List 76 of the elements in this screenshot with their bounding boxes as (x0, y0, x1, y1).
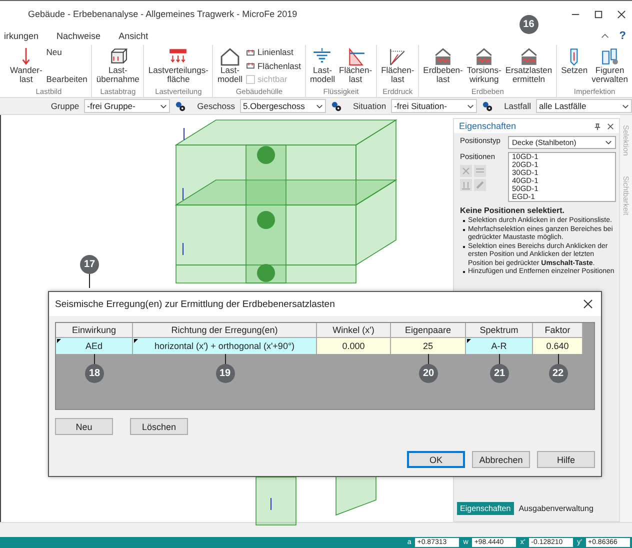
ribbon-button[interactable]: Setzen (561, 45, 588, 87)
ribbon-button[interactable]: Last- modell (310, 45, 335, 87)
ribbon-button[interactable]: Flächen- last (381, 45, 414, 87)
ribbon-button[interactable]: Linienlast (246, 47, 301, 57)
callout-badge: 19 (216, 364, 234, 383)
dialog-title: Seismische Erregung(en) zur Ermittlung der Erdbebenersatzlasten (55, 298, 335, 310)
field-label: Gruppe (50, 101, 80, 111)
dialog-button[interactable]: Abbrechen (472, 451, 530, 468)
caret-icon (160, 104, 168, 108)
ribbon-button[interactable]: Neu (46, 47, 88, 57)
callout-badge: 22 (548, 364, 568, 383)
ribbon-button[interactable]: Bearbeiten (46, 74, 88, 84)
corner-mark-icon (134, 339, 138, 343)
callout-badge: 20 (419, 364, 438, 383)
dropdown-cell[interactable]: A-R (466, 338, 533, 354)
wall-panel-drawing (256, 476, 296, 526)
field-label: Situation (352, 101, 386, 111)
column-header: Faktor (533, 323, 583, 338)
chevron-up-icon[interactable] (601, 33, 610, 39)
caret-icon (622, 104, 629, 108)
column-header: Richtung der Erregung(en) (133, 323, 317, 338)
callout-badge: 18 (85, 364, 104, 383)
column-header: Winkel (x') (317, 323, 391, 338)
input-cell[interactable]: 0.000 (317, 338, 391, 354)
corner-mark-icon (57, 339, 61, 343)
settings-icon[interactable] (330, 100, 342, 112)
corner-mark-icon (467, 339, 471, 343)
ribbon-button[interactable]: Figuren verwalten (592, 45, 628, 87)
panel-tab[interactable]: Eigenschaften (457, 502, 514, 515)
column-header: Eigenpaare (391, 323, 466, 338)
input-cell[interactable]: 25 (391, 338, 466, 354)
input-cell[interactable]: 0.640 (533, 338, 583, 354)
dropdown-cell[interactable]: AEd (56, 338, 133, 354)
ribbon-button[interactable]: Flächen- last (339, 45, 372, 87)
settings-icon[interactable] (175, 100, 186, 112)
caret-icon (316, 104, 323, 108)
load-icon (246, 48, 256, 56)
help-button[interactable]: ? (619, 30, 626, 42)
ribbon-button[interactable]: Last- übernahme (96, 45, 140, 87)
dropdown-field[interactable]: 5.Obergeschoss (240, 99, 326, 113)
panel-title: Eigenschaften (459, 121, 516, 131)
dropdown-cell[interactable]: horizontal (x') + orthogonal (x'+90°) (133, 338, 317, 354)
selection-status: Keine Positionen selektiert. (460, 206, 566, 215)
dropdown-field[interactable]: -frei Gruppe- (84, 99, 170, 113)
menu-tab[interactable]: irkungen (4, 31, 39, 41)
dialog-button[interactable]: Neu (55, 418, 113, 435)
close-icon[interactable] (607, 122, 614, 130)
ribbon-button[interactable]: Wander- last (10, 45, 42, 87)
ribbon-button[interactable]: Torsions- wirkung (466, 45, 502, 87)
ribbon-button[interactable]: Last- modell (217, 45, 242, 87)
caret-icon (605, 140, 612, 145)
panel-tab[interactable]: Ausgabenverwaltung (516, 502, 596, 515)
dialog-button[interactable]: Hilfe (537, 451, 595, 468)
column-header: Spektrum (466, 323, 533, 338)
dropdown-field[interactable]: alle Lastfälle (536, 99, 632, 113)
ribbon-button[interactable]: Flächenlast (246, 60, 301, 70)
dropdown-field[interactable]: -frei Situation- (391, 99, 478, 113)
field-label: Geschoss (197, 101, 235, 111)
maximize-icon[interactable] (594, 10, 603, 18)
ribbon-button[interactable]: Erdbeben- last (423, 45, 463, 87)
dialog-button[interactable]: Löschen (130, 418, 188, 435)
menu-tab[interactable]: Nachweise (56, 31, 101, 41)
dialog-button[interactable]: OK (407, 451, 465, 468)
field-label: Lastfall (504, 101, 531, 111)
window-title: Gebäude - Erbebenanalyse - Allgemeines Tragwerk - MicroFe 2019 (28, 9, 298, 19)
close-icon[interactable] (617, 10, 626, 18)
pin-icon[interactable] (594, 122, 602, 130)
close-icon[interactable] (583, 299, 593, 309)
caret-icon (467, 104, 474, 108)
menu-tab[interactable]: Ansicht (118, 31, 148, 41)
column-header: Einwirkung (56, 323, 133, 338)
load-icon (246, 62, 256, 69)
callout-badge: 17 (80, 255, 99, 274)
ribbon-button[interactable]: Lastverteilungs- fläche (148, 45, 208, 87)
settings-icon[interactable] (482, 100, 494, 112)
callout-badge: 21 (490, 364, 509, 383)
